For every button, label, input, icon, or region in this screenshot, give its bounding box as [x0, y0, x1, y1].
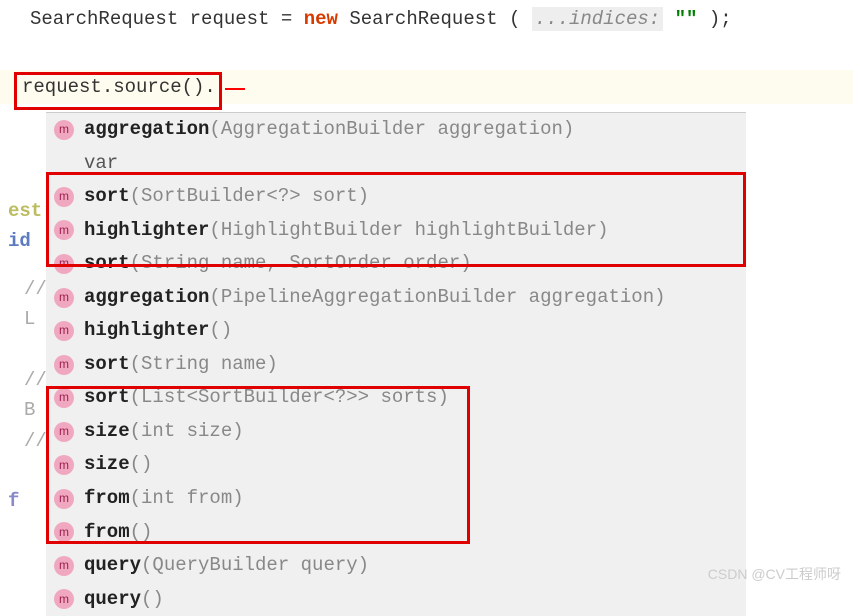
method-params: (String name) — [130, 351, 278, 379]
method-name: highlighter — [84, 317, 209, 345]
method-name: aggregation — [84, 284, 209, 312]
gutter-fragment: // — [24, 430, 47, 452]
gutter-fragment: id — [8, 230, 31, 252]
method-icon: m — [54, 556, 74, 576]
watermark: CSDN @CV工程师呀 — [708, 564, 841, 584]
method-params: () — [209, 317, 232, 345]
code-line-declaration: SearchRequest request = new SearchReques… — [0, 0, 853, 38]
suggestion-sort-name[interactable]: m sort (String name) — [46, 348, 746, 382]
suggestion-aggregation-pipeline[interactable]: m aggregation (PipelineAggregationBuilde… — [46, 281, 746, 315]
gutter-fragment: // — [24, 369, 47, 391]
type-name: SearchRequest — [30, 8, 178, 30]
suggestion-aggregation[interactable]: m aggregation (AggregationBuilder aggreg… — [46, 113, 746, 147]
method-icon: m — [54, 321, 74, 341]
method-icon: m — [54, 355, 74, 375]
gutter-fragment: est — [8, 200, 42, 222]
error-underline-icon — [225, 86, 245, 90]
annotation-box-source — [14, 72, 222, 110]
constructor-name: SearchRequest — [349, 8, 497, 30]
string-literal: "" — [675, 8, 698, 30]
method-params: (PipelineAggregationBuilder aggregation) — [209, 284, 665, 312]
gutter-fragment: B — [24, 399, 35, 421]
annotation-box-sort-highlight — [46, 172, 746, 267]
gutter-fragment: // — [24, 278, 47, 300]
variable-name: request — [190, 8, 270, 30]
method-params: (QueryBuilder query) — [141, 552, 369, 580]
method-icon: m — [54, 120, 74, 140]
suggestion-query[interactable]: m query () — [46, 583, 746, 616]
method-name: sort — [84, 351, 130, 379]
gutter-fragment: f — [8, 490, 19, 512]
keyword-new: new — [304, 8, 338, 30]
parameter-hint: ...indices: — [532, 7, 663, 31]
suggestion-query-builder[interactable]: m query (QueryBuilder query) — [46, 549, 746, 583]
method-icon: m — [54, 288, 74, 308]
method-params: (AggregationBuilder aggregation) — [209, 116, 574, 144]
gutter-fragment: L — [24, 308, 35, 330]
suggestion-highlighter[interactable]: m highlighter () — [46, 314, 746, 348]
annotation-box-size-from-query — [46, 386, 470, 544]
method-icon: m — [54, 589, 74, 609]
method-name: aggregation — [84, 116, 209, 144]
method-name: query — [84, 552, 141, 580]
